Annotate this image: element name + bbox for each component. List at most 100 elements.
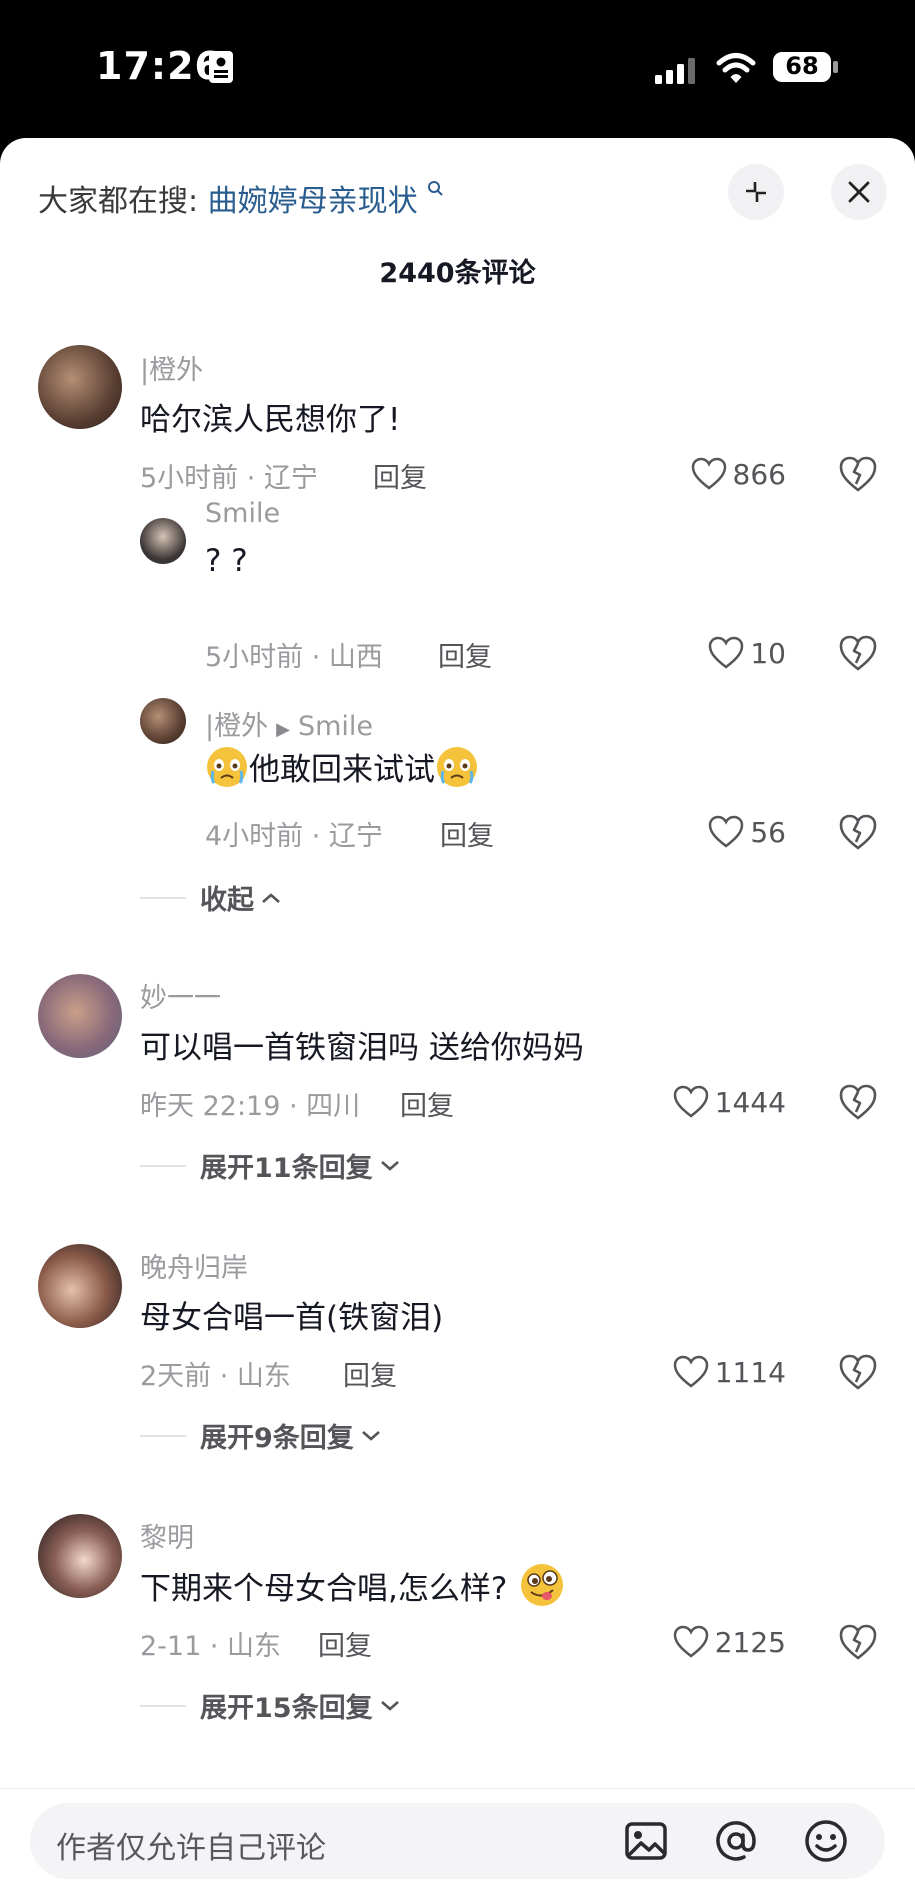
comment-input-bar: 作者仅允许自己评论 (0, 1788, 915, 1891)
avatar[interactable] (38, 974, 122, 1058)
like-button[interactable]: 1114 (660, 1354, 786, 1390)
battery-level: 68 (785, 52, 819, 80)
reply-to-username[interactable]: Smile (298, 711, 373, 742)
heart-icon (673, 1085, 708, 1118)
like-button[interactable]: 866 (680, 456, 786, 492)
like-button[interactable]: 56 (680, 814, 786, 850)
like-count: 866 (732, 457, 786, 491)
status-bar: 17:26 68 (0, 0, 915, 138)
heart-icon (709, 636, 744, 669)
username[interactable]: Smile (205, 498, 280, 529)
avatar[interactable] (38, 1514, 122, 1598)
search-suggestion-prefix: 大家都在搜: (38, 184, 199, 219)
emoji-icon[interactable] (802, 1817, 850, 1865)
comment-time-location: 5小时前 · 山西 (205, 642, 383, 673)
reply-button[interactable]: 回复 (400, 1084, 454, 1123)
expand-label: 展开15条回复 (200, 1693, 373, 1724)
close-button[interactable] (831, 164, 887, 220)
like-count: 1444 (714, 1085, 786, 1119)
comment-text: 可以唱一首铁窗泪吗 送给你妈妈 (140, 1030, 584, 1066)
collapse-replies-button[interactable]: 收起 (140, 878, 282, 917)
like-count: 56 (750, 815, 786, 849)
comment-sheet: 大家都在搜: 曲婉婷母亲现状 2440条评论 |橙外 哈尔滨人民想你了! 5小时… (0, 138, 915, 1891)
search-suggestion[interactable]: 大家都在搜: 曲婉婷母亲现状 (38, 176, 445, 220)
comment-time-location: 4小时前 · 辽宁 (205, 821, 383, 852)
comment-count: 2440条评论 (379, 258, 536, 289)
comment-text: 哈尔滨人民想你了! (140, 402, 401, 438)
minimize-icon (746, 182, 766, 202)
dislike-icon[interactable] (838, 454, 878, 494)
heart-icon (673, 1625, 708, 1658)
divider-line (140, 1164, 186, 1167)
wifi-icon (716, 53, 756, 83)
id-card-icon (209, 51, 233, 83)
minimize-button[interactable] (728, 164, 784, 220)
dislike-icon[interactable] (838, 1352, 878, 1392)
comment-text: ? ? (205, 543, 248, 579)
dislike-icon[interactable] (838, 1082, 878, 1122)
divider-line (140, 1704, 186, 1707)
expand-replies-button[interactable]: 展开9条回复 (140, 1416, 382, 1455)
comment-time-location: 2天前 · 山东 (140, 1361, 291, 1392)
like-button[interactable]: 10 (680, 635, 786, 671)
reply-button[interactable]: 回复 (438, 635, 492, 674)
reply-button[interactable]: 回复 (343, 1354, 397, 1393)
expand-replies-button[interactable]: 展开11条回复 (140, 1146, 401, 1185)
close-icon (848, 181, 870, 203)
image-icon[interactable] (622, 1817, 670, 1865)
heart-icon (709, 815, 744, 848)
dislike-icon[interactable] (838, 1622, 878, 1662)
crying-face-emoji-icon (437, 746, 477, 787)
like-button[interactable]: 1444 (660, 1084, 786, 1120)
comment-time-location: 昨天 22:19 · 四川 (140, 1091, 361, 1122)
comment-time-location: 2-11 · 山东 (140, 1631, 282, 1662)
username[interactable]: |橙外 (205, 711, 268, 742)
heart-icon (673, 1355, 708, 1388)
at-mention-icon[interactable] (712, 1817, 760, 1865)
signal-icon (655, 58, 695, 84)
like-count: 1114 (714, 1355, 786, 1389)
expand-label: 展开9条回复 (200, 1423, 354, 1454)
comment-input-placeholder: 作者仅允许自己评论 (56, 1831, 326, 1866)
chevron-up-icon (262, 892, 280, 903)
comment-text: 母女合唱一首(铁窗泪) (140, 1300, 444, 1336)
comment-text-body: 他敢回来试试 (249, 752, 435, 788)
reply-arrow-icon: ▶ (276, 719, 290, 740)
comment-text: 下期来个母女合唱,怎么样? (140, 1562, 565, 1608)
like-button[interactable]: 2125 (660, 1624, 786, 1660)
chevron-down-icon (380, 1700, 399, 1711)
expand-label: 展开11条回复 (200, 1153, 373, 1184)
silly-face-emoji-icon (521, 1564, 564, 1606)
chevron-down-icon (380, 1160, 399, 1171)
crying-face-emoji-icon (207, 746, 247, 787)
username[interactable]: 晚舟归岸 (140, 1246, 248, 1285)
dislike-icon[interactable] (838, 812, 878, 852)
comment-text: 他敢回来试试 (205, 744, 479, 789)
username[interactable]: 妙一一 (140, 976, 221, 1015)
reply-button[interactable]: 回复 (318, 1624, 372, 1663)
status-time: 17:26 (96, 44, 222, 88)
dislike-icon[interactable] (838, 633, 878, 673)
comment-time-location: 5小时前 · 辽宁 (140, 463, 318, 494)
like-count: 2125 (714, 1625, 786, 1659)
chevron-down-icon (361, 1430, 380, 1441)
avatar[interactable] (38, 1244, 122, 1328)
username[interactable]: 黎明 (140, 1516, 194, 1555)
like-count: 10 (750, 636, 786, 670)
username[interactable]: |橙外 (140, 348, 203, 387)
reply-button[interactable]: 回复 (440, 814, 494, 853)
collapse-label: 收起 (200, 885, 254, 916)
divider-line (140, 1434, 186, 1437)
reply-username-line: |橙外 ▶ Smile (205, 704, 373, 743)
search-icon (428, 181, 443, 196)
avatar[interactable] (140, 518, 186, 564)
avatar[interactable] (38, 345, 122, 429)
reply-button[interactable]: 回复 (373, 456, 427, 495)
comment-input[interactable]: 作者仅允许自己评论 (30, 1803, 885, 1879)
search-suggestion-query[interactable]: 曲婉婷母亲现状 (208, 184, 418, 219)
divider-line (140, 896, 186, 899)
heart-icon (691, 457, 726, 490)
avatar[interactable] (140, 698, 186, 744)
expand-replies-button[interactable]: 展开15条回复 (140, 1686, 401, 1725)
comment-text-body: 下期来个母女合唱,怎么样? (140, 1570, 508, 1607)
